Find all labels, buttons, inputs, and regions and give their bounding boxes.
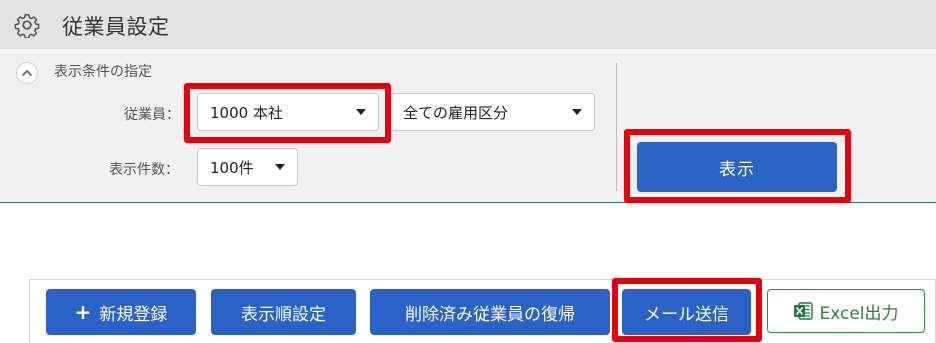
employment-type-select-value: 全ての雇用区分 (403, 103, 509, 122)
filter-section-title: 表示条件の指定 (54, 64, 152, 80)
show-button[interactable]: 表示 (637, 142, 837, 192)
caret-down-icon (275, 164, 285, 170)
new-registration-label: 新規登録 (99, 304, 168, 325)
page-title: 従業員設定 (62, 15, 170, 39)
employee-label: 従業員： (124, 107, 180, 123)
excel-export-button[interactable]: Excel出力 (767, 289, 925, 333)
vertical-divider (616, 63, 617, 191)
page-header: 従業員設定 (0, 0, 936, 49)
excel-icon (794, 302, 814, 320)
excel-export-label: Excel出力 (819, 303, 899, 324)
employment-type-select[interactable]: 全ての雇用区分 (390, 93, 595, 131)
new-registration-button[interactable]: + 新規登録 (46, 289, 196, 335)
collapse-button[interactable] (16, 62, 38, 84)
employee-select[interactable]: 1000 本社 (197, 93, 379, 131)
display-count-select[interactable]: 100件 (197, 148, 298, 186)
display-order-button[interactable]: 表示順設定 (211, 289, 356, 335)
display-count-select-value: 100件 (210, 158, 254, 177)
restore-deleted-employees-button[interactable]: 削除済み従業員の復帰 (370, 289, 610, 335)
plus-icon: + (74, 300, 92, 324)
chevron-up-icon (21, 69, 33, 77)
employee-select-value: 1000 本社 (210, 103, 283, 122)
caret-down-icon (356, 109, 366, 115)
caret-down-icon (572, 109, 582, 115)
send-mail-button[interactable]: メール送信 (622, 289, 751, 335)
filter-panel: 表示条件の指定 従業員： 1000 本社 全ての雇用区分 表示件数： 100件 … (0, 49, 936, 203)
display-count-label: 表示件数： (109, 162, 179, 178)
gear-icon[interactable] (14, 12, 40, 38)
